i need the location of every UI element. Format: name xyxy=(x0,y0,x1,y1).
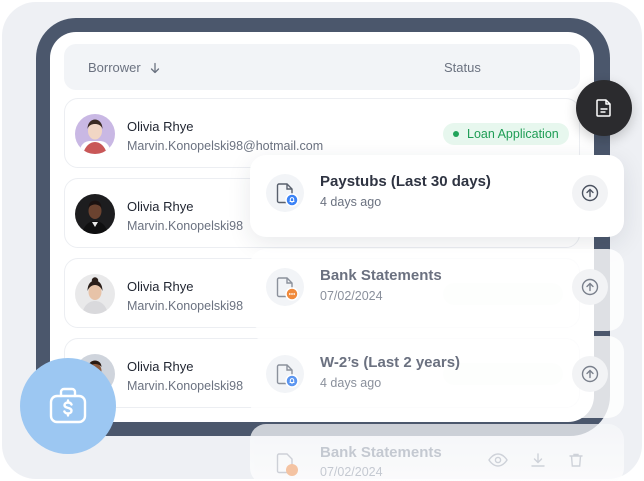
upload-icon xyxy=(581,184,599,202)
document-item[interactable]: Bank Statements 07/02/2024 xyxy=(250,424,624,481)
document-icon xyxy=(596,99,611,117)
file-icon xyxy=(276,183,299,207)
status-dot-icon xyxy=(453,131,459,137)
document-icon-wrap xyxy=(266,174,304,212)
borrower-email: Marvin.Konopelski98 xyxy=(127,379,244,393)
document-title: Paystubs (Last 30 days) xyxy=(320,173,491,190)
avatar xyxy=(75,114,115,154)
document-date: 07/02/2024 xyxy=(320,465,383,479)
document-title: W-2’s (Last 2 years) xyxy=(320,354,461,371)
avatar xyxy=(75,194,115,234)
borrower-name: Olivia Rhye xyxy=(127,359,194,374)
file-icon xyxy=(276,453,298,476)
download-icon[interactable] xyxy=(530,452,546,468)
upload-button[interactable] xyxy=(572,356,608,392)
column-status[interactable]: Status xyxy=(444,60,481,75)
upload-button[interactable] xyxy=(572,175,608,211)
status-badge: Loan Application xyxy=(443,123,569,145)
document-icon-wrap xyxy=(266,268,304,306)
document-actions xyxy=(488,452,584,468)
upload-icon xyxy=(581,278,599,296)
borrower-email: Marvin.Konopelski98@hotmail.com xyxy=(127,139,324,153)
file-icon xyxy=(276,277,299,301)
document-title: Bank Statements xyxy=(320,267,442,284)
document-date: 4 days ago xyxy=(320,376,382,390)
arrow-down-icon[interactable] xyxy=(149,62,161,74)
borrower-email: Marvin.Konopelski98 xyxy=(127,219,244,233)
status-label: Loan Application xyxy=(467,127,559,141)
borrower-name: Olivia Rhye xyxy=(127,119,194,134)
document-item[interactable]: Paystubs (Last 30 days) 4 days ago xyxy=(250,155,624,237)
eye-icon[interactable] xyxy=(488,452,508,468)
money-bag-icon xyxy=(49,387,87,424)
column-borrower-label: Borrower xyxy=(88,60,141,75)
document-date: 07/02/2024 xyxy=(320,289,383,303)
document-icon-wrap xyxy=(266,355,304,393)
borrower-name: Olivia Rhye xyxy=(127,199,194,214)
document-item[interactable]: Bank Statements 07/02/2024 xyxy=(250,249,624,331)
document-item[interactable]: W-2’s (Last 2 years) 4 days ago xyxy=(250,336,624,418)
document-date: 4 days ago xyxy=(320,195,382,209)
file-icon xyxy=(276,364,299,388)
upload-icon xyxy=(581,365,599,383)
table-header: Borrower Status xyxy=(64,44,580,90)
loan-bag-badge xyxy=(20,358,116,454)
column-borrower[interactable]: Borrower xyxy=(88,60,161,75)
borrower-name: Olivia Rhye xyxy=(127,279,194,294)
document-fab-button[interactable] xyxy=(576,80,632,136)
upload-button[interactable] xyxy=(572,269,608,305)
trash-icon[interactable] xyxy=(568,452,584,468)
avatar xyxy=(75,274,115,314)
borrower-email: Marvin.Konopelski98 xyxy=(127,299,244,313)
document-title: Bank Statements xyxy=(320,444,442,461)
